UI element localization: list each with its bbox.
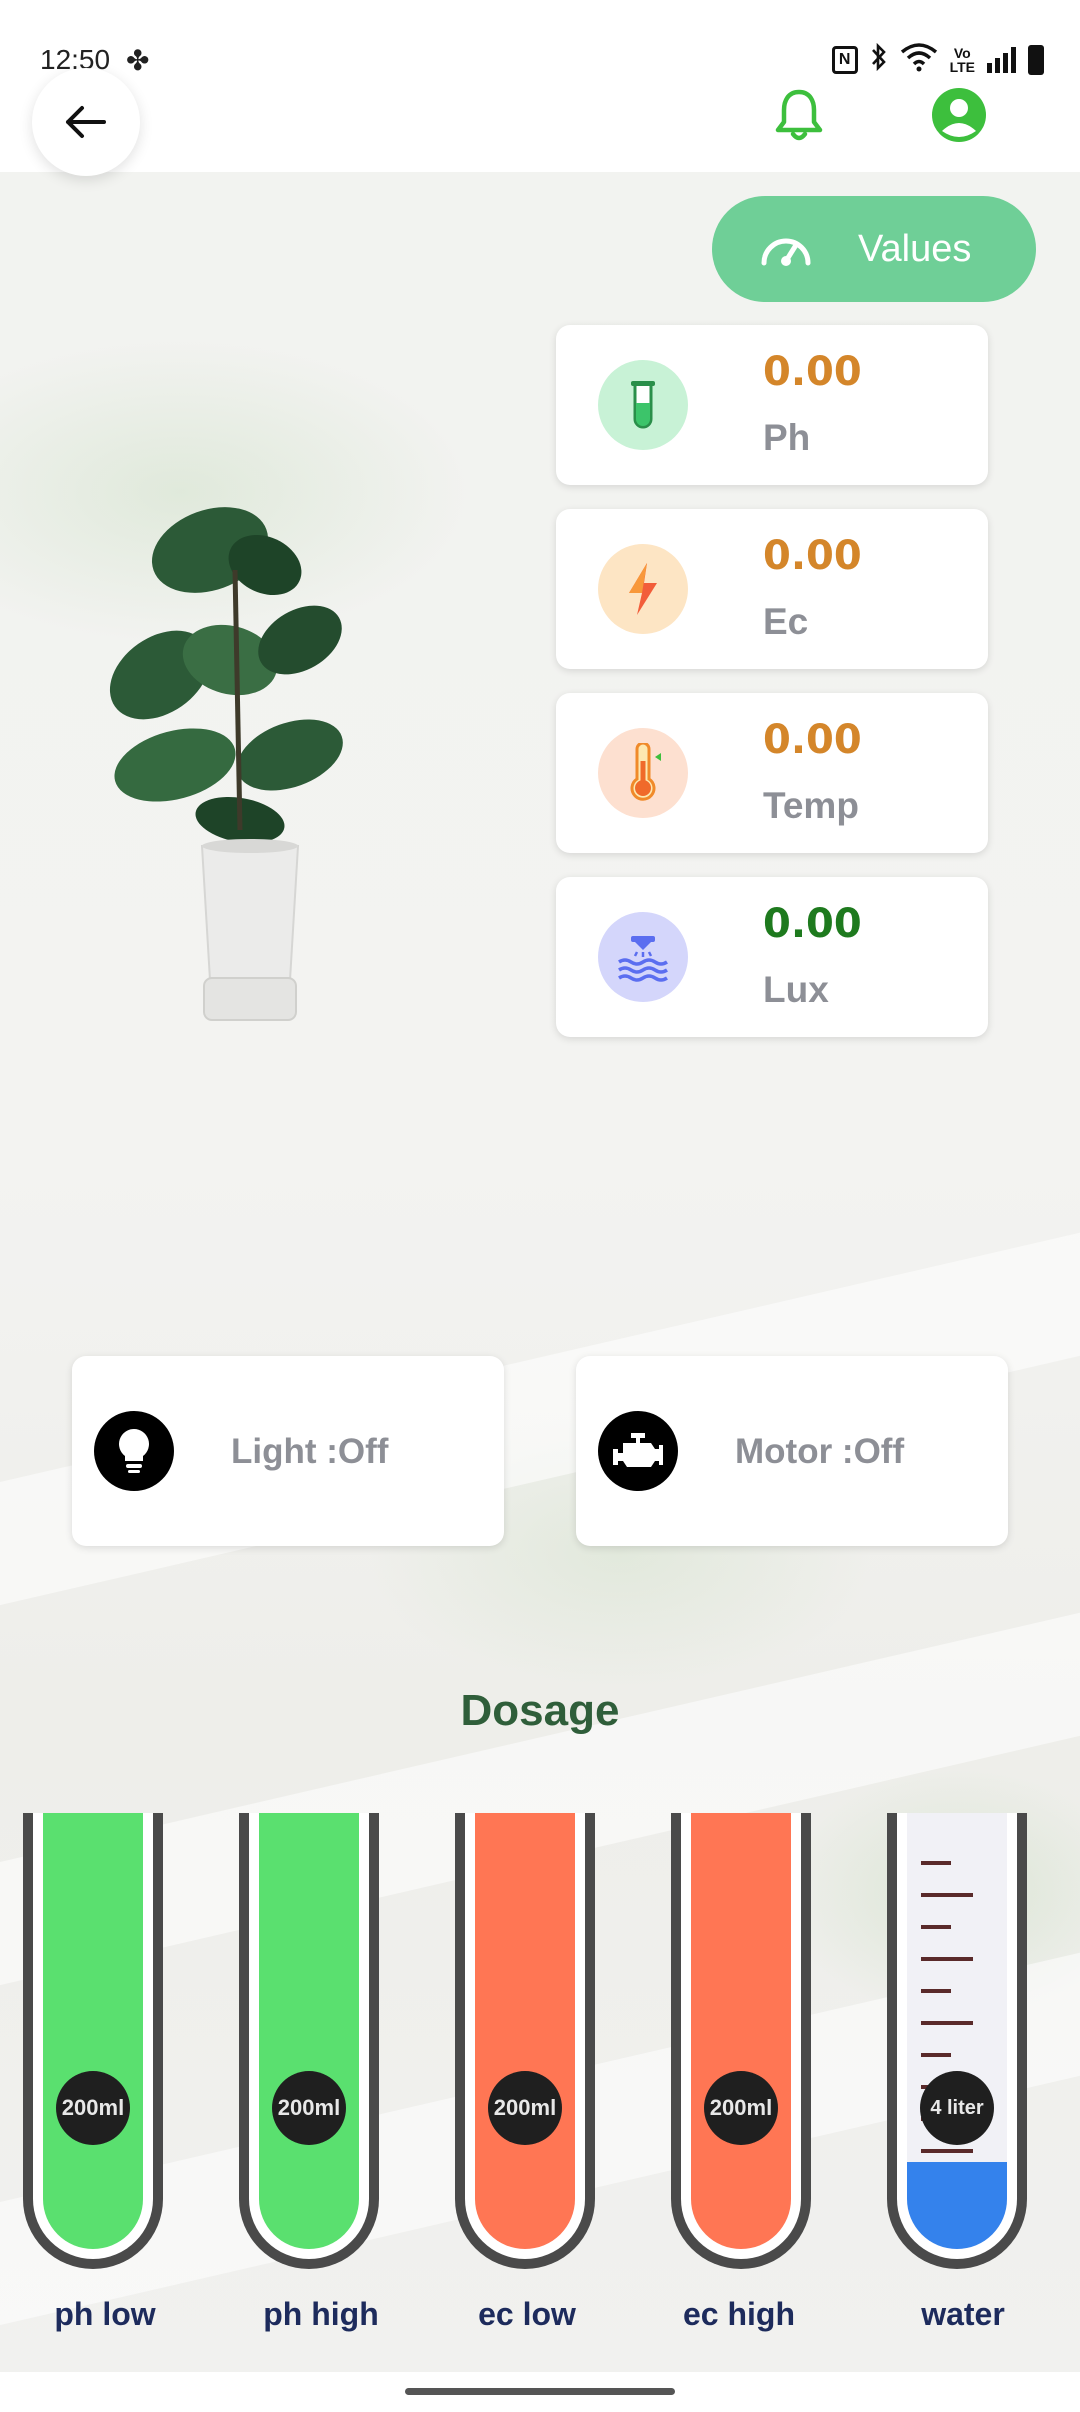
dosage-title: Dosage [460, 1686, 620, 1735]
values-label: Values [858, 227, 972, 270]
light-toggle-card[interactable]: Light :Off [72, 1356, 504, 1546]
ec-label: Ec [763, 601, 809, 642]
temp-label: Temp [763, 785, 859, 826]
scale-tick [921, 2021, 973, 2025]
tube-label-ec-low: ec low [478, 2296, 576, 2332]
bluetooth-icon [870, 42, 888, 78]
tube-label-water: water [921, 2296, 1005, 2332]
light-status-label: Light :Off [231, 1432, 389, 1471]
tube-fill-ec-low [475, 1813, 575, 2249]
ph-label: Ph [763, 417, 811, 458]
scale-tick [921, 2149, 973, 2153]
scale-tick [921, 1861, 951, 1865]
home-indicator[interactable] [405, 2388, 675, 2395]
tube-amount-badge: 200 ml [56, 2071, 130, 2145]
dosage-tube-ec-low[interactable]: 200 ml [455, 1813, 595, 2269]
tube-amount-badge: 200 ml [704, 2071, 778, 2145]
tube-fill-water [907, 2162, 1007, 2249]
tube-label-ph-high: ph high [263, 2296, 379, 2332]
motor-toggle-card[interactable]: Motor :Off [576, 1356, 1008, 1546]
back-button[interactable] [32, 68, 140, 176]
arrow-left-icon [66, 106, 106, 138]
scale-tick [921, 1925, 951, 1929]
metric-card-ec[interactable]: 0.00 Ec [556, 509, 988, 669]
notification-button[interactable] [774, 88, 824, 142]
signal-icon [987, 47, 1016, 73]
engine-icon [598, 1411, 678, 1491]
speedometer-icon [761, 238, 811, 266]
lightning-icon [598, 544, 688, 634]
tube-amount-badge: 4 liter [920, 2071, 994, 2145]
metric-card-temp[interactable]: 0.00 Temp [556, 693, 988, 853]
lux-label: Lux [763, 969, 829, 1010]
ph-value: 0.00 [763, 349, 862, 395]
scale-tick [921, 1957, 973, 1961]
profile-button[interactable] [931, 87, 987, 143]
water-waves-icon [598, 912, 688, 1002]
motor-status-label: Motor :Off [735, 1432, 905, 1471]
volte-icon: Vo LTE [949, 45, 975, 75]
dosage-tube-ph-high[interactable]: 200 ml [239, 1813, 379, 2269]
nfc-icon: N [831, 46, 858, 74]
scale-tick [921, 2053, 951, 2057]
metric-card-lux[interactable]: 0.00 Lux [556, 877, 988, 1037]
dosage-tube-ec-high[interactable]: 200 ml [671, 1813, 811, 2269]
lux-value: 0.00 [763, 901, 862, 947]
tube-fill-ph-low [43, 1813, 143, 2249]
bell-icon [775, 89, 823, 141]
battery-icon [1028, 45, 1044, 75]
tube-fill-ph-high [259, 1813, 359, 2249]
tube-label-ec-high: ec high [682, 2296, 795, 2332]
status-bar: 12:50 ✤ N Vo LTE [0, 0, 1080, 120]
metric-card-ph[interactable]: 0.00 Ph [556, 325, 988, 485]
tube-label-ph-low: ph low [54, 2296, 156, 2332]
fan-icon: ✤ [126, 45, 150, 76]
plant-image [90, 490, 380, 1040]
values-button[interactable]: Values [712, 196, 1036, 302]
dosage-tube-water[interactable]: 4 liter [887, 1813, 1027, 2269]
tube-amount-badge: 200 ml [272, 2071, 346, 2145]
tube-fill-ec-high [691, 1813, 791, 2249]
tube-amount-badge: 200 ml [488, 2071, 562, 2145]
scale-tick [921, 1989, 951, 1993]
wifi-icon [900, 42, 938, 78]
temp-value: 0.00 [763, 717, 862, 763]
thermometer-icon [598, 728, 688, 818]
dosage-tube-ph-low[interactable]: 200 ml [23, 1813, 163, 2269]
ec-value: 0.00 [763, 533, 862, 579]
test-tube-icon [598, 360, 688, 450]
lightbulb-icon [94, 1411, 174, 1491]
scale-tick [921, 1893, 973, 1897]
account-icon [932, 88, 986, 142]
